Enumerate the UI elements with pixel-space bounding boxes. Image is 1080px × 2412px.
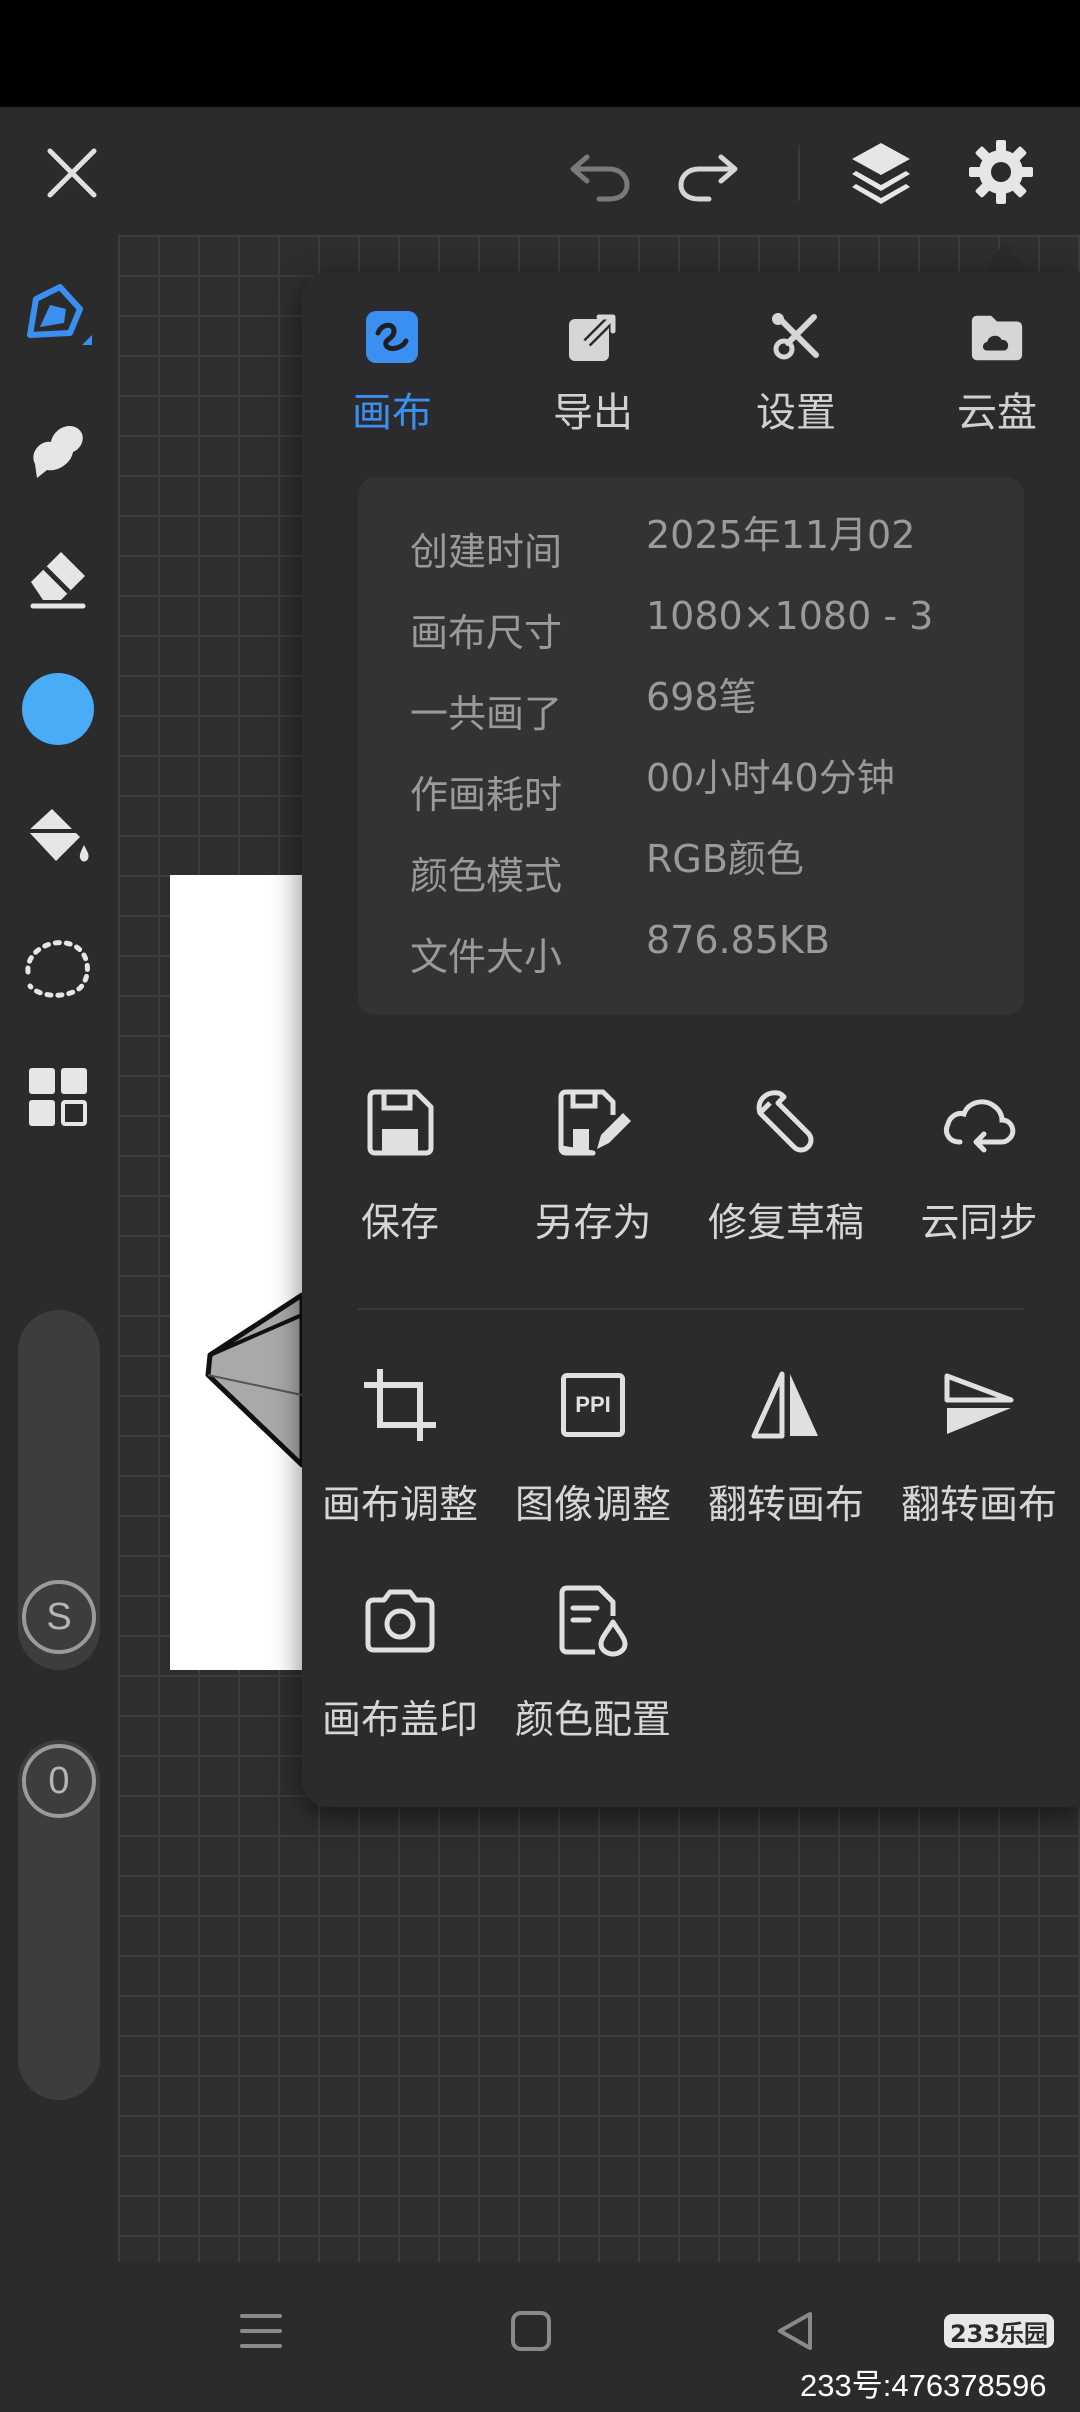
info-key: 文件大小: [410, 935, 563, 979]
info-key: 颜色模式: [410, 854, 563, 898]
cloud-sync-label: 云同步: [920, 1201, 1038, 1246]
cloud-drive-icon: [968, 308, 1026, 366]
color-profile-icon: [550, 1577, 636, 1663]
toolbar-divider: [798, 145, 800, 201]
cloud-sync-button[interactable]: 云同步: [882, 1080, 1076, 1248]
info-key: 画布尺寸: [410, 611, 563, 655]
back-icon[interactable]: [770, 2306, 820, 2356]
redo-icon[interactable]: [668, 135, 748, 215]
brush-size-label: S: [46, 1595, 72, 1638]
save-as-icon: [550, 1080, 636, 1166]
brush-opacity-slider[interactable]: 0: [18, 1740, 100, 2100]
tab-cloud-drive-label: 云盘: [957, 390, 1037, 436]
repair-draft-button[interactable]: 修复草稿: [689, 1080, 883, 1248]
camera-icon: [357, 1577, 443, 1663]
pen-tool-icon[interactable]: [16, 275, 100, 359]
ppi-icon: PPI: [550, 1362, 636, 1448]
undo-icon[interactable]: [560, 135, 640, 215]
flip-horizontal-icon: [743, 1362, 829, 1448]
info-row-canvas-size: 画布尺寸 1080×1080 - 300ppi: [410, 594, 1010, 655]
flip-vertical-icon: [936, 1362, 1022, 1448]
color-profile-label: 颜色配置: [514, 1698, 671, 1743]
save-icon: [357, 1080, 443, 1166]
canvas-settings-popover: 画布 导出 设置 云盘 创建时间 2025年11月02日 06时30分 画布尺寸…: [302, 272, 1080, 1807]
info-key: 创建时间: [410, 530, 563, 574]
color-profile-button[interactable]: 颜色配置: [496, 1577, 690, 1745]
drawing-canvas[interactable]: [170, 875, 310, 1670]
flip-canvas-horizontal-button[interactable]: 翻转画布: [689, 1362, 883, 1530]
info-row-file-size: 文件大小 876.85KB: [410, 918, 1010, 979]
tab-export-label: 导出: [553, 390, 633, 436]
cloud-sync-icon: [936, 1080, 1022, 1166]
status-bar: [0, 0, 1080, 107]
info-value: 876.85KB: [646, 918, 830, 962]
gear-icon[interactable]: [958, 129, 1044, 215]
brush-size-thumb[interactable]: S: [22, 1580, 96, 1654]
canvas-adjust-label: 画布调整: [321, 1483, 478, 1528]
info-key: 作画耗时: [410, 773, 563, 817]
save-as-label: 另存为: [534, 1201, 652, 1246]
canvas-info-card: 创建时间 2025年11月02日 06时30分 画布尺寸 1080×1080 -…: [358, 477, 1024, 1015]
more-tools-icon[interactable]: [16, 1055, 100, 1139]
ppi-icon-text: PPI: [561, 1373, 625, 1437]
tab-settings-label: 设置: [756, 390, 836, 436]
tab-export[interactable]: 导出: [508, 308, 678, 438]
info-value: 1080×1080 - 300ppi: [646, 594, 934, 652]
info-row-color-mode: 颜色模式 RGB颜色: [410, 837, 1010, 898]
flip-canvas-vertical-label: 翻转画布: [900, 1483, 1057, 1528]
fill-bucket-tool-icon[interactable]: [16, 795, 100, 879]
popover-caret: [985, 240, 1025, 272]
info-row-strokes: 一共画了 698笔: [410, 675, 1010, 736]
watermark-logo: 233乐园: [944, 2314, 1054, 2348]
save-button[interactable]: 保存: [303, 1080, 497, 1248]
info-key: 一共画了: [410, 692, 563, 736]
info-value: 00小时40分钟: [646, 756, 895, 800]
tab-settings[interactable]: 设置: [711, 308, 881, 438]
repair-draft-label: 修复草稿: [707, 1201, 864, 1246]
actions-divider: [358, 1308, 1024, 1310]
flip-canvas-horizontal-label: 翻转画布: [707, 1483, 864, 1528]
tab-cloud-drive[interactable]: 云盘: [912, 308, 1080, 438]
home-icon[interactable]: [506, 2306, 556, 2356]
image-adjust-button[interactable]: PPI 图像调整: [496, 1362, 690, 1530]
canvas-stamp-label: 画布盖印: [321, 1698, 478, 1743]
eraser-tool-icon[interactable]: [16, 535, 100, 619]
smudge-tool-icon[interactable]: [16, 405, 100, 489]
brush-opacity-label: 0: [48, 1759, 70, 1802]
flip-canvas-vertical-button[interactable]: 翻转画布: [882, 1362, 1076, 1530]
export-icon: [564, 308, 622, 366]
tab-canvas-label: 画布: [352, 390, 432, 436]
tools-icon: [767, 308, 825, 366]
canvas-adjust-button[interactable]: 画布调整: [303, 1362, 497, 1530]
left-toolbar: S 0: [0, 235, 118, 2262]
canvas-stamp-button[interactable]: 画布盖印: [303, 1577, 497, 1745]
crop-icon: [357, 1362, 443, 1448]
info-value: RGB颜色: [646, 837, 804, 881]
color-picker-icon[interactable]: [16, 667, 100, 751]
top-toolbar: [0, 107, 1080, 235]
info-row-drawing-time: 作画耗时 00小时40分钟: [410, 756, 1010, 817]
info-row-created: 创建时间 2025年11月02日 06时30分: [410, 513, 1010, 574]
info-value: 2025年11月02日 06时30分: [646, 513, 916, 571]
menu-icon[interactable]: [236, 2306, 286, 2356]
info-value: 698笔: [646, 675, 757, 719]
lasso-tool-icon[interactable]: [16, 925, 100, 1009]
save-label: 保存: [360, 1201, 439, 1246]
layers-icon[interactable]: [838, 129, 924, 215]
wrench-icon: [743, 1080, 829, 1166]
close-icon[interactable]: [30, 131, 114, 215]
image-adjust-label: 图像调整: [514, 1483, 671, 1528]
canvas-icon: [363, 308, 421, 366]
brush-size-slider[interactable]: S: [18, 1310, 100, 1670]
tab-canvas[interactable]: 画布: [307, 308, 477, 438]
brush-opacity-thumb[interactable]: 0: [22, 1744, 96, 1818]
watermark-text: 233号:476378596: [800, 2368, 1047, 2403]
save-as-button[interactable]: 另存为: [496, 1080, 690, 1248]
